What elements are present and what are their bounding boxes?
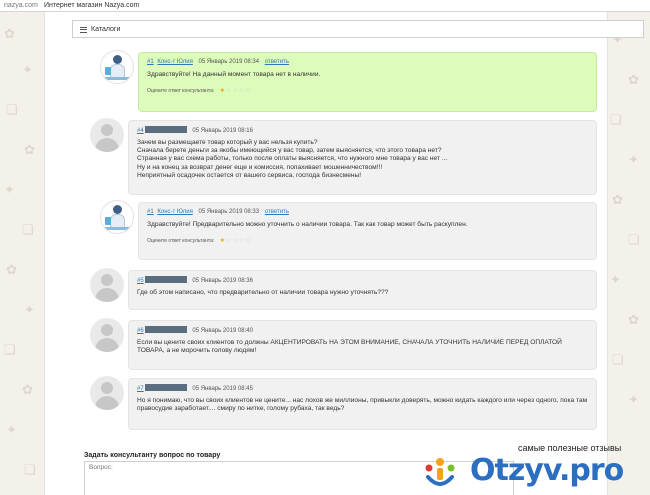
consultant-reply-bubble: #1 Конс-т Юлия 05 Январь 2019 08:34 отве… xyxy=(138,52,597,112)
star-icon[interactable]: ☆ xyxy=(245,88,251,94)
review-date: 05 Январь 2019 08:36 xyxy=(192,278,253,284)
user-review-bubble: #6 05 Январь 2019 08:40 Если вы цените с… xyxy=(128,320,597,370)
box-icon: ❏ xyxy=(610,112,622,127)
star-icon: ✦ xyxy=(24,302,35,317)
user-avatar xyxy=(90,268,124,302)
browser-title-bar: nazya.com Интернет магазин Nazya.com xyxy=(0,0,650,12)
user-avatar xyxy=(90,318,124,352)
flower-icon: ✿ xyxy=(4,26,15,41)
review-number-link[interactable]: #6 xyxy=(137,328,144,334)
review-meta: #1 Конс-т Юлия 05 Январь 2019 08:34 отве… xyxy=(147,58,588,67)
browser-tab-title[interactable]: Интернет магазин Nazya.com xyxy=(44,0,139,12)
user-avatar xyxy=(90,376,124,410)
hidden-author-name xyxy=(144,384,187,391)
review-meta: #7 05 Январь 2019 08:45 xyxy=(137,384,588,393)
catalog-button[interactable]: Каталоги xyxy=(76,23,126,36)
rating-row: Оцените ответ консультанта: ★☆☆☆☆ xyxy=(147,237,588,245)
review-text: Зачем вы размещаете товар который у вас … xyxy=(137,139,448,179)
review-text: Здравствуйте! Предварительно можно уточн… xyxy=(147,221,468,228)
user-review-bubble: #4 05 Январь 2019 08:16 Зачем вы размеща… xyxy=(128,120,597,195)
rating-label: Оцените ответ консультанта: xyxy=(147,88,215,95)
review-number-link[interactable]: #5 xyxy=(137,278,144,284)
review-number-link[interactable]: #7 xyxy=(137,386,144,392)
review-meta: #4 05 Январь 2019 08:16 xyxy=(137,126,588,135)
flower-icon: ✿ xyxy=(628,312,639,327)
consultant-avatar xyxy=(100,50,134,84)
review-text: Если вы цените своих клиентов то должны … xyxy=(137,339,562,355)
catalog-bar: Каталоги xyxy=(72,20,644,38)
star-icon: ✦ xyxy=(6,422,17,437)
review-meta: #6 05 Январь 2019 08:40 xyxy=(137,326,588,335)
hidden-author-name xyxy=(144,276,187,283)
consultant-reply-bubble: #1 Конс-т Юлия 05 Январь 2019 08:33 отве… xyxy=(138,202,597,260)
box-icon: ❏ xyxy=(22,222,34,237)
browser-url[interactable]: nazya.com xyxy=(4,0,38,12)
hidden-author-name xyxy=(144,126,187,133)
review-date: 05 Январь 2019 08:40 xyxy=(192,328,253,334)
review-number-link[interactable]: #4 xyxy=(137,128,144,134)
review-date: 05 Январь 2019 08:45 xyxy=(192,386,253,392)
review-number-link[interactable]: #1 xyxy=(147,59,154,65)
review-number-link[interactable]: #1 xyxy=(147,209,154,215)
box-icon: ❏ xyxy=(24,462,36,477)
reply-link[interactable]: ответить xyxy=(265,209,289,215)
review-text: Но я понимаю, что вы своих клиентов не ц… xyxy=(137,397,588,413)
background-pattern-right: ✦ ✿ ❏ ✦ ✿ ❏ ✦ ✿ ❏ ✦ xyxy=(606,12,650,495)
star-icon: ✦ xyxy=(22,62,33,77)
review-date: 05 Январь 2019 08:33 xyxy=(198,209,260,215)
star-icon: ✦ xyxy=(610,272,621,287)
review-date: 05 Январь 2019 08:16 xyxy=(192,128,253,134)
star-icon: ✦ xyxy=(628,392,639,407)
user-review-bubble: #7 05 Январь 2019 08:45 Но я понимаю, чт… xyxy=(128,378,597,430)
consultant-avatar xyxy=(100,200,134,234)
review-meta: #1 Конс-т Юлия 05 Январь 2019 08:33 отве… xyxy=(147,208,588,217)
flower-icon: ✿ xyxy=(6,262,17,277)
catalog-button-label: Каталоги xyxy=(91,26,121,33)
otzyv-watermark: самые полезные отзывы Otzyv.pro xyxy=(400,435,650,495)
star-icon[interactable]: ☆ xyxy=(245,238,251,244)
star-icon: ✦ xyxy=(4,182,15,197)
box-icon: ❏ xyxy=(4,342,16,357)
review-text: Где об этом написано, что предварительно… xyxy=(137,289,389,296)
rating-label: Оцените ответ консультанта: xyxy=(147,238,215,245)
hamburger-icon xyxy=(80,26,87,33)
rating-stars[interactable]: ★☆☆☆☆ xyxy=(220,88,252,94)
box-icon: ❏ xyxy=(628,232,640,247)
hidden-author-name xyxy=(144,326,187,333)
author-name-link[interactable]: Конс-т Юлия xyxy=(157,59,192,65)
reply-link[interactable]: ответить xyxy=(265,59,289,65)
rating-row: Оцените ответ консультанта: ★☆☆☆☆ xyxy=(147,87,588,95)
watermark-tagline: самые полезные отзывы xyxy=(518,443,622,453)
flower-icon: ✿ xyxy=(24,142,35,157)
otzyv-logo-icon xyxy=(425,458,455,486)
box-icon: ❏ xyxy=(6,102,18,117)
star-icon: ✦ xyxy=(628,152,639,167)
watermark-logo-text: Otzyv.pro xyxy=(470,453,624,488)
review-text: Здравствуйте! На данный момент товара не… xyxy=(147,71,321,78)
user-review-bubble: #5 05 Январь 2019 08:36 Где об этом напи… xyxy=(128,270,597,310)
author-name-link[interactable]: Конс-т Юлия xyxy=(157,209,192,215)
review-meta: #5 05 Январь 2019 08:36 xyxy=(137,276,588,285)
flower-icon: ✿ xyxy=(612,192,623,207)
review-date: 05 Январь 2019 08:34 xyxy=(198,59,260,65)
background-pattern-left: ✿ ✦ ❏ ✿ ✦ ❏ ✿ ✦ ❏ ✿ ✦ ❏ xyxy=(0,12,44,495)
flower-icon: ✿ xyxy=(22,382,33,397)
user-avatar xyxy=(90,118,124,152)
rating-stars[interactable]: ★☆☆☆☆ xyxy=(220,238,252,244)
box-icon: ❏ xyxy=(612,352,624,367)
flower-icon: ✿ xyxy=(628,72,639,87)
